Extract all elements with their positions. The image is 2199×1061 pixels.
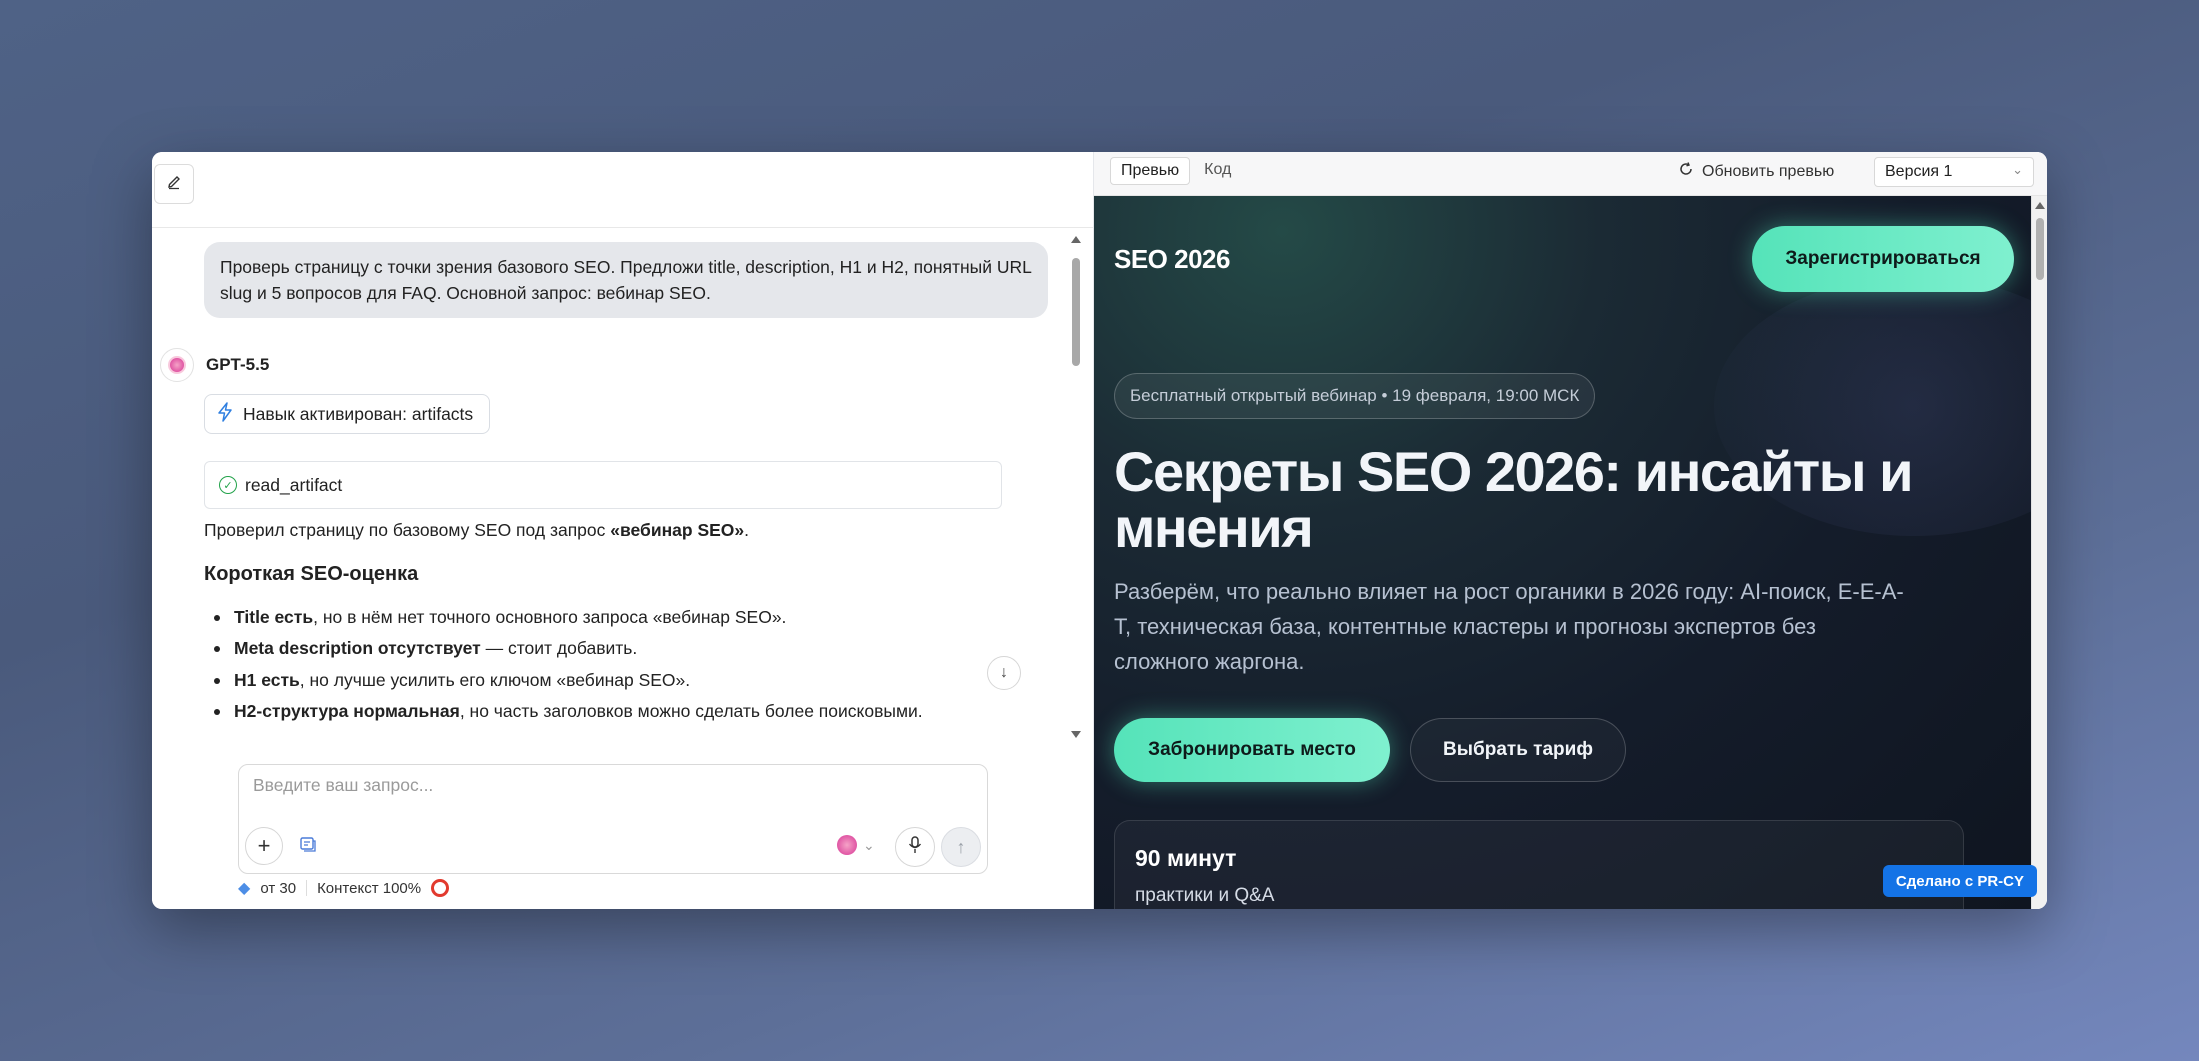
model-selector[interactable]: ⌄ bbox=[837, 835, 875, 855]
send-button[interactable]: ↑ bbox=[941, 827, 981, 867]
bot-avatar bbox=[160, 348, 194, 382]
tool-call-label: read_artifact bbox=[245, 474, 343, 495]
list-item: Meta description отсутствует — стоит доб… bbox=[204, 633, 1024, 664]
hero-title: Секреты SEO 2026: инсайты и мнения bbox=[1114, 440, 1914, 559]
user-message: Проверь страницу с точки зрения базового… bbox=[204, 242, 1048, 318]
mic-icon bbox=[908, 835, 922, 859]
context-ring-icon bbox=[431, 879, 450, 897]
scroll-up-arrow-icon[interactable] bbox=[2035, 202, 2045, 209]
choose-tariff-button[interactable]: Выбрать тариф bbox=[1410, 718, 1626, 782]
tab-code[interactable]: Код bbox=[1194, 157, 1241, 185]
view-tabs: Превью Код bbox=[1110, 157, 1241, 185]
edit-icon bbox=[166, 174, 182, 195]
site-preview: SEO 2026 Зарегистрироваться Бесплатный о… bbox=[1094, 196, 2034, 909]
credits-cost: от 30 bbox=[260, 879, 297, 897]
bot-name: GPT-5.5 bbox=[206, 355, 270, 374]
made-with-badge[interactable]: Сделано с PR-CY bbox=[1882, 865, 2037, 897]
chat-scrollbar[interactable] bbox=[1070, 228, 1082, 738]
chat-pane: Проверь страницу с точки зрения базового… bbox=[152, 152, 1094, 909]
scroll-up-arrow-icon[interactable] bbox=[1071, 236, 1081, 243]
plus-icon: + bbox=[257, 833, 271, 858]
model-avatar bbox=[837, 835, 857, 855]
list-item: H2-структура нормальная, но часть заголо… bbox=[204, 696, 1024, 727]
composer-input[interactable]: Введите ваш запрос... bbox=[253, 775, 433, 796]
chat-toolbar bbox=[152, 152, 1093, 228]
scroll-down-arrow-icon[interactable] bbox=[1071, 731, 1081, 738]
book-seat-button[interactable]: Забронировать место bbox=[1114, 718, 1390, 782]
prompt-library-icon[interactable] bbox=[299, 835, 317, 858]
tab-preview[interactable]: Превью bbox=[1110, 157, 1191, 185]
composer-footer: ◆ от 30 Контекст 100% bbox=[238, 878, 450, 898]
tool-call-read-artifact[interactable]: ✓ read_artifact bbox=[204, 461, 1002, 509]
stat-card-value: 90 минут bbox=[1135, 845, 1237, 871]
skill-chip-label: Навык активирован: artifacts bbox=[243, 403, 474, 424]
preview-pane: Превью Код Обновить превью Версия 1 ⌄ SE… bbox=[1094, 152, 2047, 909]
app-window: Проверь страницу с точки зрения базового… bbox=[152, 152, 2047, 909]
hero-subtitle: Разберём, что реально влияет на рост орг… bbox=[1114, 579, 1904, 674]
attach-button[interactable]: + bbox=[245, 827, 283, 865]
lightning-icon bbox=[217, 401, 233, 427]
chevron-down-icon: ⌄ bbox=[863, 836, 875, 853]
preview-scrollbar[interactable] bbox=[2031, 196, 2047, 909]
voice-input-button[interactable] bbox=[895, 827, 935, 867]
refresh-icon bbox=[1678, 161, 1694, 182]
scrollbar-thumb[interactable] bbox=[1072, 258, 1080, 366]
register-button[interactable]: Зарегистрироваться bbox=[1752, 226, 2014, 292]
stat-card: 90 минут практики и Q&A bbox=[1114, 820, 1964, 909]
list-item: Title есть, но в нём нет точного основно… bbox=[204, 602, 1024, 633]
check-circle-icon: ✓ bbox=[219, 476, 237, 494]
bot-intro-text: Проверил страницу по базовому SEO под за… bbox=[204, 520, 750, 540]
seo-bullet-list: Title есть, но в нём нет точного основно… bbox=[204, 602, 1024, 727]
bot-heading: Короткая SEO-оценка bbox=[204, 563, 419, 585]
refresh-label: Обновить превью bbox=[1702, 162, 1835, 180]
skill-activated-chip[interactable]: Навык активирован: artifacts bbox=[204, 394, 491, 434]
scrollbar-thumb[interactable] bbox=[2036, 218, 2044, 280]
gem-icon: ◆ bbox=[238, 880, 251, 897]
bot-header: GPT-5.5 bbox=[160, 348, 269, 382]
context-usage: Контекст 100% bbox=[317, 879, 422, 897]
version-select[interactable]: Версия 1 ⌄ bbox=[1874, 157, 2034, 187]
message-composer[interactable]: Введите ваш запрос... + ⌄ ↑ bbox=[238, 764, 988, 874]
send-arrow-icon: ↑ bbox=[956, 836, 966, 857]
preview-toolbar: Превью Код Обновить превью Версия 1 ⌄ bbox=[1094, 152, 2047, 196]
scroll-to-bottom-button[interactable]: ↓ bbox=[987, 656, 1021, 690]
list-item: H1 есть, но лучше усилить его ключом «ве… bbox=[204, 665, 1024, 696]
chevron-down-icon: ⌄ bbox=[2012, 162, 2023, 177]
arrow-down-icon: ↓ bbox=[1000, 664, 1008, 681]
webinar-badge: Бесплатный открытый вебинар • 19 февраля… bbox=[1114, 373, 1596, 419]
new-chat-button[interactable] bbox=[154, 164, 194, 204]
stat-card-caption: практики и Q&A bbox=[1135, 885, 1275, 906]
refresh-preview-button[interactable]: Обновить превью bbox=[1678, 161, 1834, 182]
site-logo[interactable]: SEO 2026 bbox=[1114, 244, 1230, 275]
